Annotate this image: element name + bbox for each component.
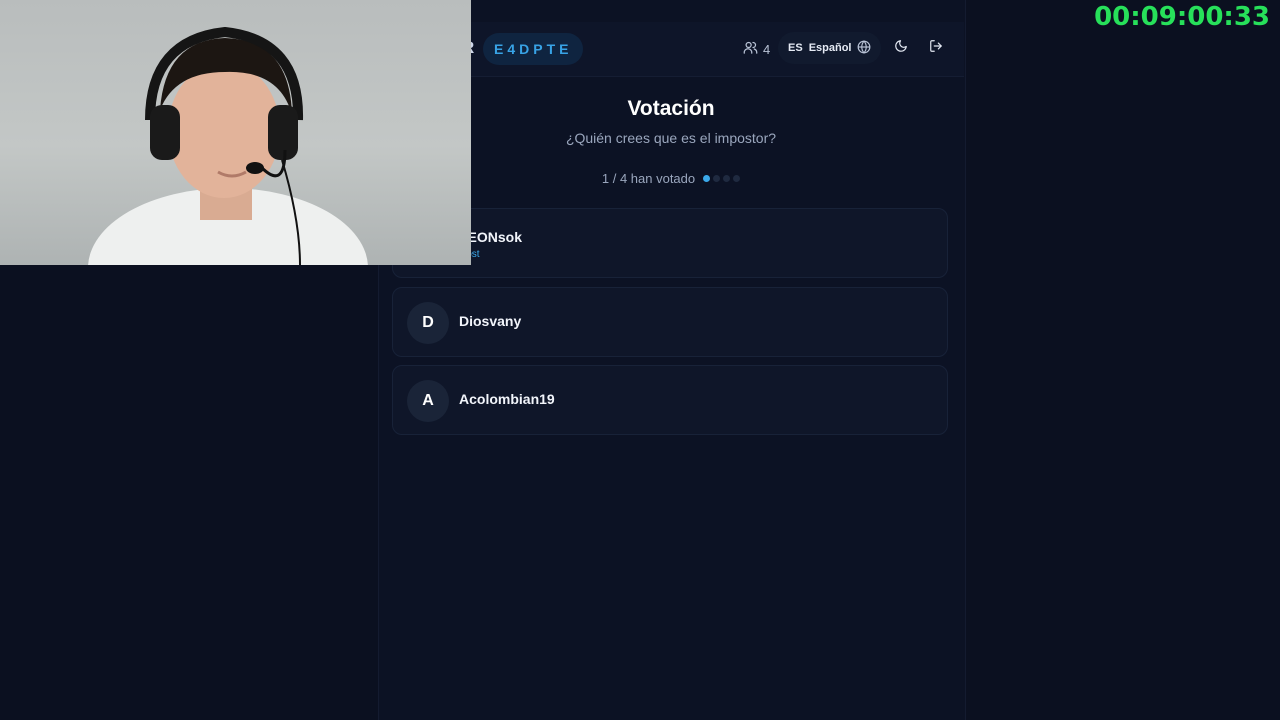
players-count-value: 4 [763,41,771,57]
globe-icon [857,39,871,57]
webcam-person-image [88,26,368,265]
vote-dot [713,175,721,182]
users-icon [743,40,758,58]
player-card[interactable]: D Diosvany [392,287,948,357]
vote-progress-text: 1 / 4 han votado [601,171,696,186]
vote-dot [723,175,731,182]
room-code-badge[interactable]: E4DPTE [483,33,584,65]
language-code: ES [788,42,803,54]
vote-dot [703,175,711,182]
player-name: Acolombian19 [459,391,555,407]
theme-toggle-button[interactable] [891,38,911,58]
logout-button[interactable] [926,38,946,58]
language-selector[interactable]: ES Español [778,32,882,64]
players-count: 4 [743,40,770,58]
stream-timer: 00:09:00:33 [1094,2,1270,32]
vote-dot [733,175,741,182]
logout-icon [929,39,943,58]
vote-progress-dots [703,175,741,182]
language-label: Español [808,42,852,54]
player-card[interactable]: L LEONsok Host [392,208,948,278]
player-name: Diosvany [459,313,522,329]
moon-icon [894,39,908,58]
player-avatar: A [407,380,449,422]
player-card[interactable]: A Acolombian19 [392,365,948,435]
player-avatar: D [407,302,449,344]
webcam-overlay [0,0,471,265]
